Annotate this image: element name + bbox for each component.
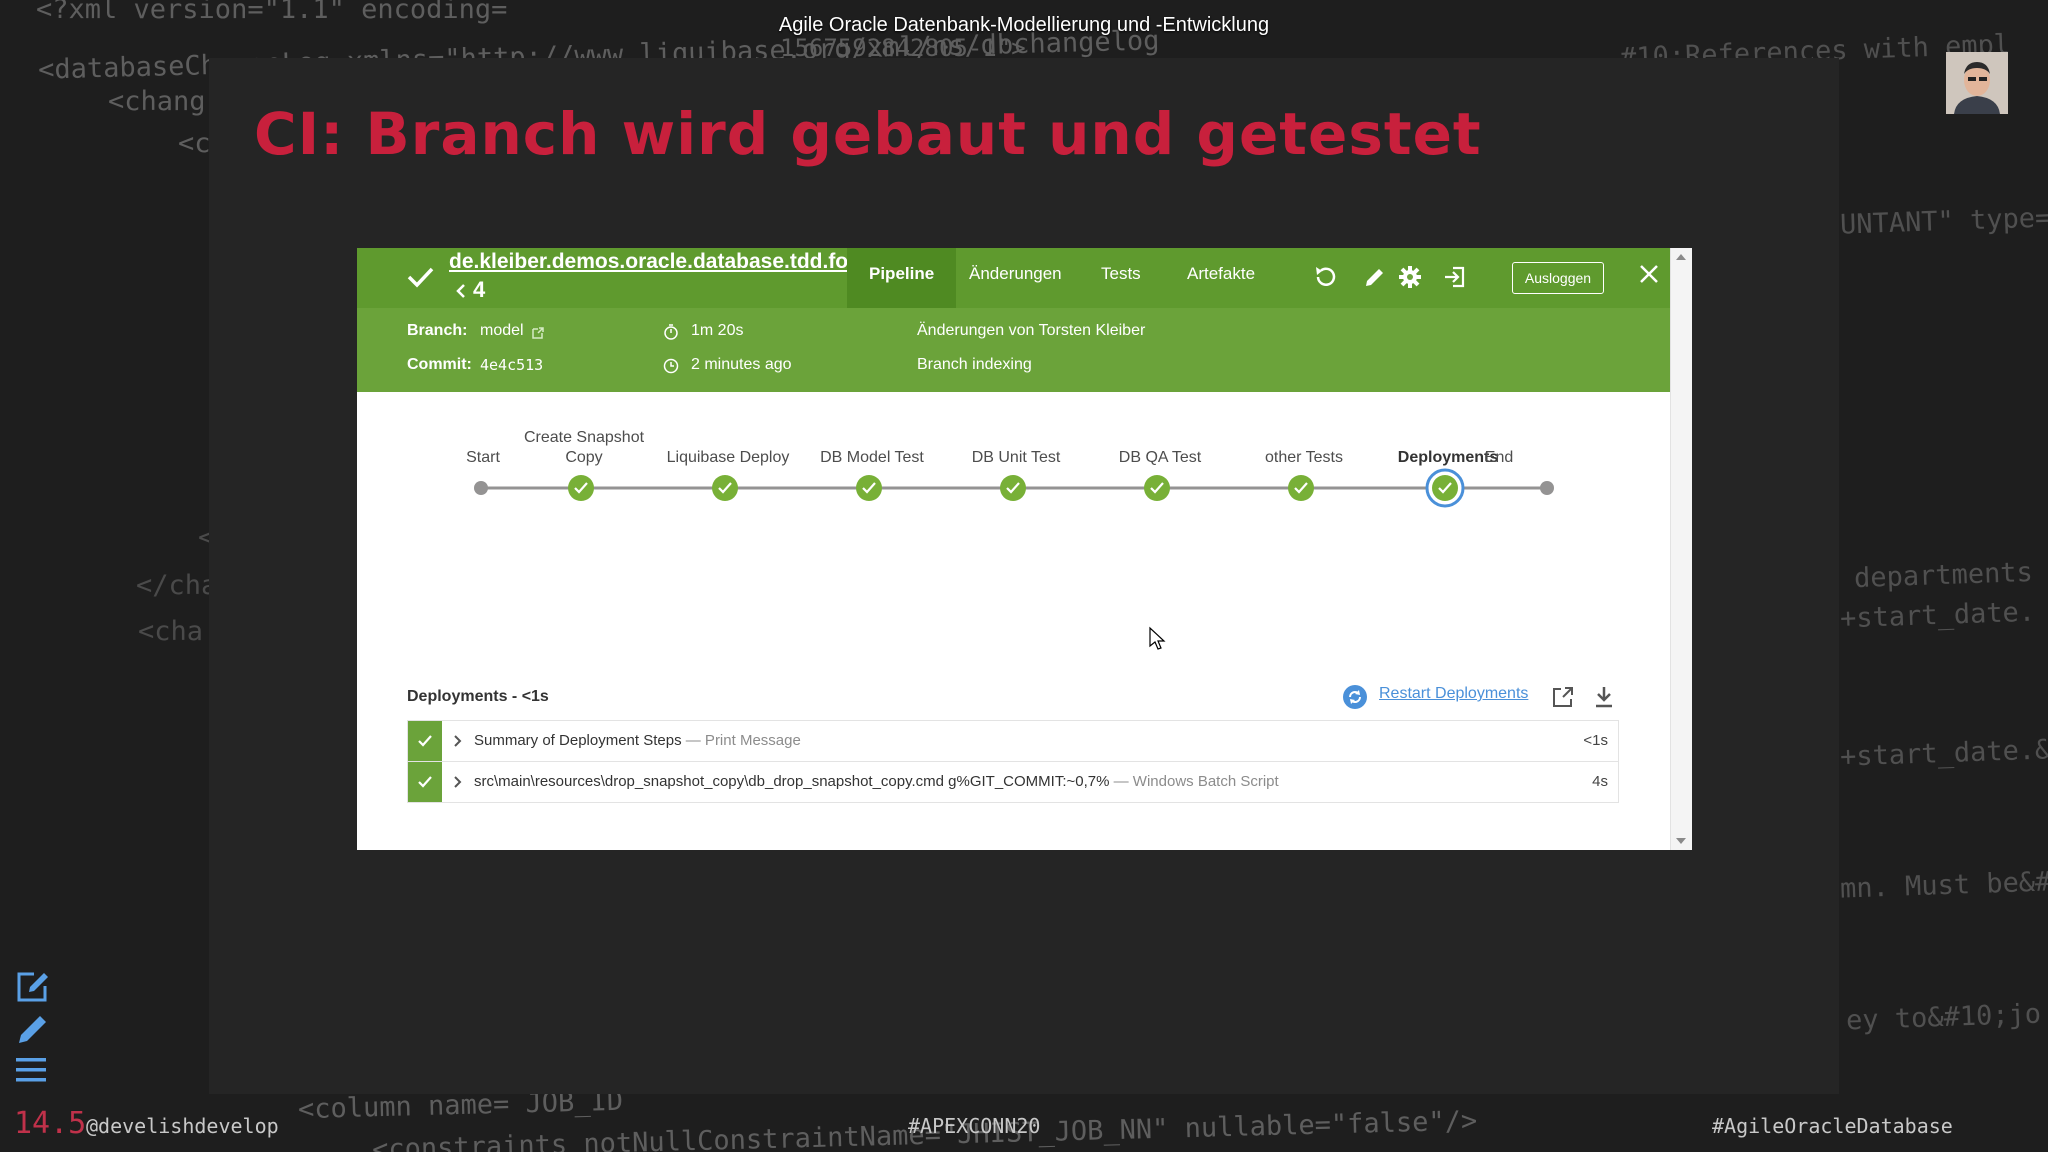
pipeline-track: [474, 468, 1554, 508]
code-line: +start_date.&: [1839, 734, 2048, 773]
presenter-avatar: [1946, 52, 2008, 114]
step-row[interactable]: Summary of Deployment Steps — Print Mess…: [407, 720, 1619, 762]
open-in-new-icon[interactable]: [1551, 685, 1575, 709]
step-status: [408, 762, 442, 802]
slide-title: CI: Branch wird gebaut und getestet: [254, 100, 1482, 168]
restart-icon[interactable]: [1342, 684, 1368, 710]
step-name: src\main\resources\drop_snapshot_copy\db…: [474, 773, 1110, 790]
step-status: [408, 721, 442, 761]
stage-node-other-tests[interactable]: [1288, 475, 1314, 501]
step-duration: 4s: [1592, 773, 1608, 790]
video-title: Agile Oracle Datenbank-Modellierung und …: [778, 14, 1270, 36]
scrollbar[interactable]: [1670, 248, 1692, 850]
code-line: ey to&#10;jo: [1845, 998, 2042, 1037]
stage-node-deployments[interactable]: [1425, 468, 1465, 508]
event-hashtag: #APEXCONN20: [908, 1114, 1041, 1138]
twitter-handle: @develishdevelop: [86, 1114, 279, 1138]
stage-node-db-qa[interactable]: [1144, 475, 1170, 501]
code-line: <c: [178, 128, 211, 159]
step-description: src\main\resources\drop_snapshot_copy\db…: [474, 773, 1279, 790]
jenkins-window: de.kleiber.demos.oracle.database.tdd.for…: [357, 248, 1692, 850]
timecode: 14.5: [14, 1106, 87, 1141]
code-line: <chang: [108, 86, 206, 117]
person-icon: [1946, 52, 2008, 114]
step-type: — Print Message: [685, 732, 801, 749]
scroll-down-arrow[interactable]: [1676, 838, 1686, 844]
slide: CI: Branch wird gebaut und getestet de.k…: [209, 58, 1839, 1094]
code-line: UNTANT" type=: [1839, 202, 2048, 241]
start-node: [474, 481, 488, 495]
step-row[interactable]: src\main\resources\drop_snapshot_copy\db…: [407, 761, 1619, 803]
stage-node-create-snapshot[interactable]: [568, 475, 594, 501]
code-line: +start_date.: [1839, 596, 2036, 635]
end-node: [1540, 481, 1554, 495]
success-check-icon: [418, 735, 432, 747]
restart-stage-link[interactable]: Restart Deployments: [1379, 685, 1528, 703]
code-line: departments: [1853, 556, 2034, 595]
code-line: </cha: [136, 570, 218, 601]
chevron-right-icon[interactable]: [452, 733, 464, 749]
menu-icon[interactable]: [14, 1056, 48, 1084]
mouse-cursor-icon: [1149, 626, 1166, 650]
pen-icon[interactable]: [14, 1010, 52, 1046]
code-line: <cha: [138, 616, 204, 647]
annotate-icon[interactable]: [14, 968, 52, 1004]
step-description: Summary of Deployment Steps — Print Mess…: [474, 732, 801, 749]
topic-hashtag: #AgileOracleDatabase: [1712, 1114, 1953, 1138]
download-icon[interactable]: [1593, 685, 1615, 709]
chevron-right-icon[interactable]: [452, 774, 464, 790]
stage-node-db-model[interactable]: [856, 475, 882, 501]
stage-node-db-unit[interactable]: [1000, 475, 1026, 501]
code-line: mn. Must be&#: [1839, 866, 2048, 905]
step-duration: <1s: [1583, 732, 1608, 749]
stage-node-liquibase[interactable]: [712, 475, 738, 501]
success-check-icon: [418, 776, 432, 788]
steps-title: Deployments - <1s: [407, 688, 549, 705]
step-name: Summary of Deployment Steps: [474, 732, 682, 749]
scroll-up-arrow[interactable]: [1676, 254, 1686, 260]
step-type: — Windows Batch Script: [1113, 773, 1279, 790]
